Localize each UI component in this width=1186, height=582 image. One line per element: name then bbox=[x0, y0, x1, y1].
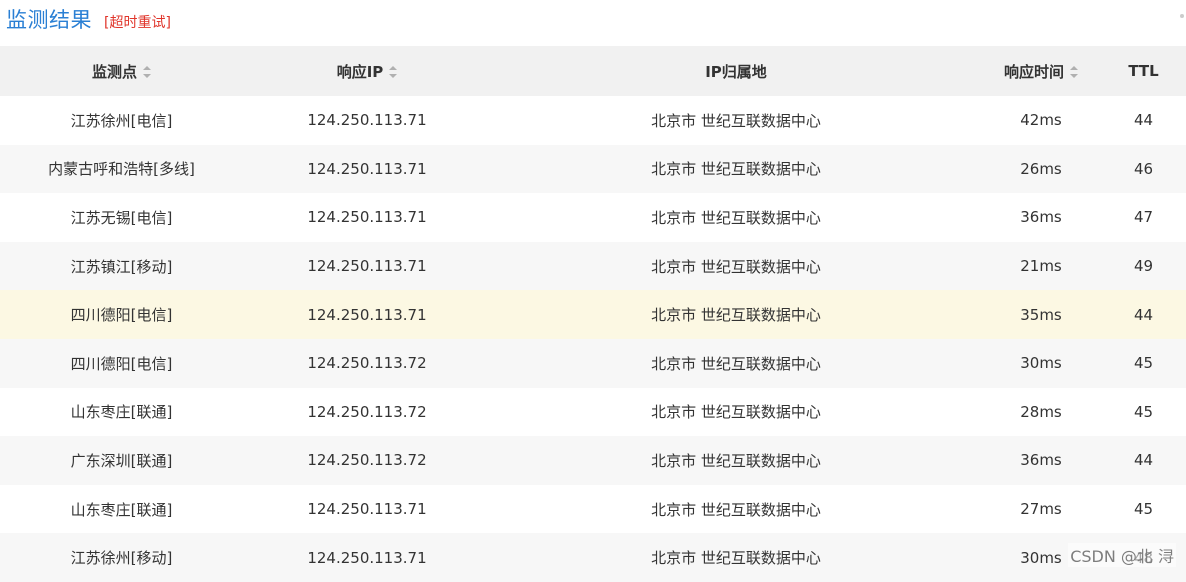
ip-location-cell: 北京市 世纪互联数据中心 bbox=[491, 533, 981, 582]
table-header-row: 监测点 响应IP IP归属地 响应时间 TTL bbox=[0, 46, 1186, 96]
table-row: 内蒙古呼和浩特[多线] 124.250.113.71 北京市 世纪互联数据中心 … bbox=[0, 144, 1186, 194]
response-ip-link[interactable]: 124.250.113.71 bbox=[307, 257, 426, 275]
table-row: 江苏镇江[移动] 124.250.113.71 北京市 世纪互联数据中心 21m… bbox=[0, 241, 1186, 291]
corner-dot-icon bbox=[1180, 14, 1184, 18]
column-header-ttl: TTL bbox=[1101, 46, 1186, 96]
sort-icon[interactable] bbox=[389, 66, 398, 78]
results-header: 监测结果 [超时重试] bbox=[6, 4, 171, 34]
ttl-cell: 49 bbox=[1101, 241, 1186, 291]
ip-location-cell: 北京市 世纪互联数据中心 bbox=[491, 338, 981, 388]
response-ip-cell: 124.250.113.72 bbox=[243, 388, 491, 437]
response-ip-cell: 124.250.113.71 bbox=[243, 96, 491, 145]
monitor-point-cell: 山东枣庄[联通] bbox=[70, 403, 173, 422]
column-header-ip-location: IP归属地 bbox=[491, 46, 981, 96]
table-row: 广东深圳[联通] 124.250.113.72 北京市 世纪互联数据中心 36m… bbox=[0, 436, 1186, 485]
monitor-point-cell: 山东枣庄[联通] bbox=[70, 500, 173, 519]
response-time-cell: 26ms bbox=[981, 144, 1101, 194]
response-time-cell: 21ms bbox=[981, 241, 1101, 291]
ip-location-cell: 北京市 世纪互联数据中心 bbox=[651, 208, 821, 227]
ttl-cell: 44 bbox=[1101, 290, 1186, 339]
monitor-point-cell: 江苏镇江[移动] bbox=[0, 241, 243, 291]
column-label: 监测点 bbox=[91, 62, 137, 81]
response-time-cell: 36ms bbox=[981, 436, 1101, 485]
page-title: 监测结果 bbox=[6, 8, 92, 32]
response-ip-link[interactable]: 124.250.113.71 bbox=[307, 160, 426, 178]
response-ip-cell: 124.250.113.71 bbox=[243, 193, 491, 242]
monitor-point-cell: 广东深圳[联通] bbox=[0, 436, 243, 485]
ttl-cell: 47 bbox=[1133, 208, 1154, 227]
column-label: TTL bbox=[1128, 62, 1159, 80]
response-ip-cell: 124.250.113.71 bbox=[243, 485, 491, 534]
table-row: 江苏徐州[电信] 124.250.113.71 北京市 世纪互联数据中心 42m… bbox=[0, 96, 1186, 145]
timeout-retry-link[interactable]: [超时重试] bbox=[104, 12, 171, 32]
csdn-watermark: CSDN @北 浔 bbox=[1068, 543, 1176, 567]
ip-location-cell: 北京市 世纪互联数据中心 bbox=[491, 290, 981, 339]
table-row: 四川德阳[电信] 124.250.113.72 北京市 世纪互联数据中心 30m… bbox=[0, 338, 1186, 388]
table-row: 江苏徐州[移动] 124.250.113.71 北京市 世纪互联数据中心 30m… bbox=[0, 533, 1186, 582]
response-time-cell: 42ms bbox=[1020, 111, 1062, 130]
table-row: 山东枣庄[联通] 124.250.113.71 北京市 世纪互联数据中心 27m… bbox=[0, 485, 1186, 534]
column-label: IP归属地 bbox=[705, 62, 767, 81]
response-ip-cell: 124.250.113.71 bbox=[243, 290, 491, 339]
response-ip-cell: 124.250.113.72 bbox=[243, 436, 491, 485]
response-time-cell: 36ms bbox=[1020, 208, 1062, 227]
response-ip-cell: 124.250.113.72 bbox=[243, 338, 491, 388]
response-time-cell: 30ms bbox=[981, 338, 1101, 388]
response-ip-link[interactable]: 124.250.113.71 bbox=[307, 549, 426, 567]
response-ip-link[interactable]: 124.250.113.72 bbox=[307, 451, 426, 469]
column-label: 响应IP bbox=[336, 62, 384, 81]
response-time-cell: 28ms bbox=[1020, 402, 1062, 421]
ip-location-cell: 北京市 世纪互联数据中心 bbox=[651, 403, 821, 422]
response-time-cell: 35ms bbox=[981, 290, 1101, 339]
ttl-cell: 45 bbox=[1133, 500, 1154, 519]
ttl-cell: 44 bbox=[1101, 436, 1186, 485]
column-header-response-ip[interactable]: 响应IP bbox=[243, 46, 491, 96]
column-label: 响应时间 bbox=[1003, 62, 1064, 81]
response-ip-link[interactable]: 124.250.113.72 bbox=[307, 403, 426, 421]
column-header-monitor-point[interactable]: 监测点 bbox=[0, 46, 243, 96]
sort-icon[interactable] bbox=[1070, 66, 1078, 78]
results-table: 监测点 响应IP IP归属地 响应时间 TTL 江苏徐州[电信] 124.250… bbox=[0, 46, 1186, 582]
monitor-point-cell: 江苏徐州[移动] bbox=[0, 533, 243, 582]
response-ip-link[interactable]: 124.250.113.71 bbox=[307, 208, 426, 226]
ip-location-cell: 北京市 世纪互联数据中心 bbox=[491, 144, 981, 194]
response-ip-link[interactable]: 124.250.113.71 bbox=[307, 111, 426, 129]
response-ip-cell: 124.250.113.71 bbox=[243, 533, 491, 582]
column-header-response-time[interactable]: 响应时间 bbox=[981, 46, 1101, 96]
ip-location-cell: 北京市 世纪互联数据中心 bbox=[491, 436, 981, 485]
response-time-cell: 27ms bbox=[1020, 500, 1062, 519]
monitor-point-cell: 江苏无锡[电信] bbox=[70, 208, 173, 227]
response-ip-cell: 124.250.113.71 bbox=[243, 241, 491, 291]
table-row-highlighted: 四川德阳[电信] 124.250.113.71 北京市 世纪互联数据中心 35m… bbox=[0, 290, 1186, 339]
table-row: 江苏无锡[电信] 124.250.113.71 北京市 世纪互联数据中心 36m… bbox=[0, 193, 1186, 242]
sort-icon[interactable] bbox=[143, 66, 151, 78]
monitor-point-cell: 四川德阳[电信] bbox=[0, 290, 243, 339]
response-ip-link[interactable]: 124.250.113.71 bbox=[307, 500, 426, 518]
response-ip-link[interactable]: 124.250.113.72 bbox=[307, 354, 426, 372]
monitor-point-cell: 内蒙古呼和浩特[多线] bbox=[0, 144, 243, 194]
response-ip-link[interactable]: 124.250.113.71 bbox=[307, 306, 426, 324]
response-ip-cell: 124.250.113.71 bbox=[243, 144, 491, 194]
ttl-cell: 45 bbox=[1133, 402, 1154, 421]
ttl-cell: 45 bbox=[1101, 338, 1186, 388]
monitor-point-cell: 江苏徐州[电信] bbox=[70, 111, 173, 130]
ttl-cell: 44 bbox=[1133, 111, 1154, 130]
ip-location-cell: 北京市 世纪互联数据中心 bbox=[651, 500, 821, 519]
ttl-cell: 46 bbox=[1101, 144, 1186, 194]
monitor-point-cell: 四川德阳[电信] bbox=[0, 338, 243, 388]
ip-location-cell: 北京市 世纪互联数据中心 bbox=[651, 111, 821, 130]
ip-location-cell: 北京市 世纪互联数据中心 bbox=[491, 241, 981, 291]
table-row: 山东枣庄[联通] 124.250.113.72 北京市 世纪互联数据中心 28m… bbox=[0, 388, 1186, 437]
